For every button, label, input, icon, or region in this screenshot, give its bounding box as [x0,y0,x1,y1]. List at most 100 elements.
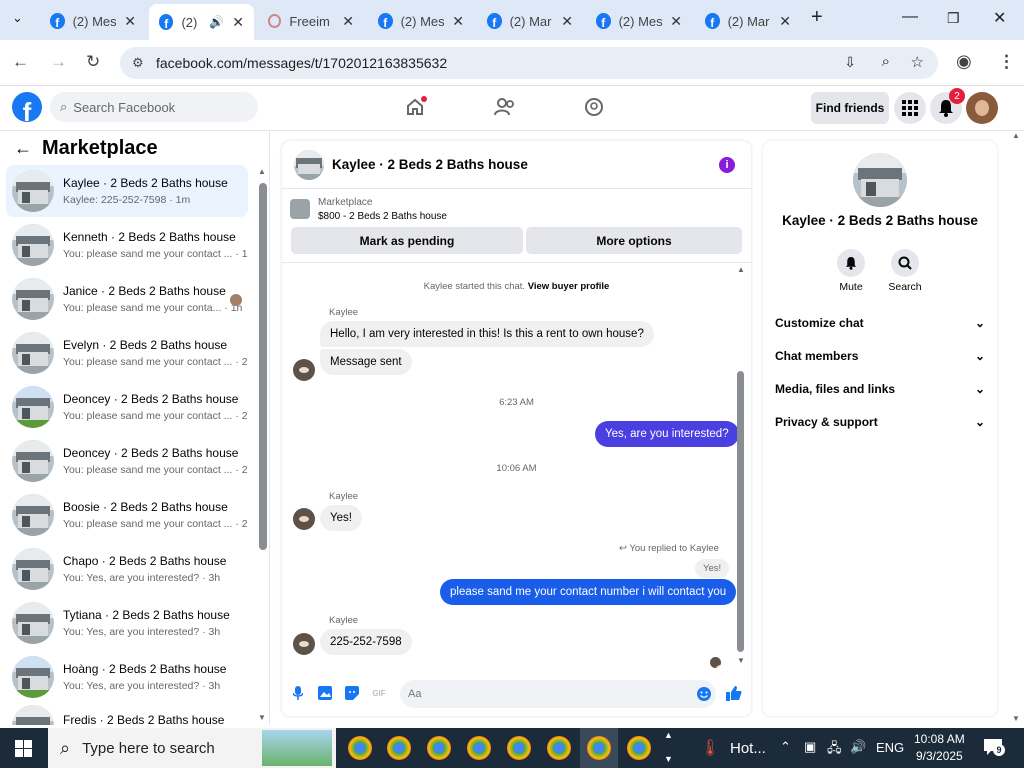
profile-icon[interactable]: ◉ [956,51,972,72]
notification-center-icon[interactable]: 9 [983,738,1005,758]
outgoing-message[interactable]: Yes, are you interested? [595,421,739,447]
customize-chat-section[interactable]: Customize chat ⌄ [775,316,985,330]
chrome-app-icon[interactable] [427,736,451,760]
restore-icon[interactable]: ❐ [947,10,960,27]
find-friends-button[interactable]: Find friends [811,92,889,124]
chrome-app-icon[interactable] [507,736,531,760]
reload-icon[interactable]: ↻ [86,52,100,72]
chrome-app-icon[interactable] [387,736,411,760]
close-icon[interactable]: ✕ [342,13,354,30]
site-info-icon[interactable]: ⚙ [132,55,144,71]
chat-title[interactable]: Kaylee · 2 Beds 2 Baths house [332,157,528,172]
notifications-bell-icon[interactable]: 2 [930,88,965,124]
browser-tab[interactable]: f (2) Mar ✕ [477,6,583,36]
media-files-links-section[interactable]: Media, files and links ⌄ [775,382,985,396]
thermometer-icon[interactable]: 🌡 [700,738,720,758]
close-icon[interactable]: ✕ [779,13,791,30]
bookmark-star-icon[interactable]: ☆ [911,53,924,71]
taskbar-search-box[interactable]: ⌕ Type here to search [48,728,336,768]
scroll-down-arrow-icon[interactable]: ▼ [737,656,745,665]
zoom-icon[interactable]: ⌕ [882,53,890,70]
incoming-message[interactable]: Yes! [320,505,362,531]
new-tab-plus-icon[interactable]: + [811,6,823,29]
windows-start-icon[interactable] [15,740,32,757]
groups-icon[interactable] [582,95,606,119]
conversation-item[interactable]: Kaylee · 2 Beds 2 Baths house Kaylee: 225… [6,165,248,217]
browser-tab[interactable]: f (2) Mes ✕ [368,6,474,36]
incoming-message[interactable]: Message sent [320,349,412,375]
facebook-logo[interactable]: f [12,92,42,122]
weather-text[interactable]: Hot... [730,740,766,757]
home-icon[interactable] [403,95,427,119]
scroll-up-arrow-icon[interactable]: ▲ [737,265,745,274]
conversation-item[interactable]: Hoàng · 2 Beds 2 Baths house You: Yes, ar… [6,651,248,703]
chat-scrollbar[interactable] [737,371,744,652]
microphone-icon[interactable] [290,685,306,701]
tray-chevron-up-icon[interactable]: ⌃ [780,739,791,755]
speaker-icon[interactable]: 🔊 [209,15,224,29]
conversation-item[interactable]: Chapo · 2 Beds 2 Baths house You: Yes, ar… [6,543,248,595]
conversation-item[interactable]: Evelyn · 2 Beds 2 Baths house You: please… [6,327,248,379]
photo-icon[interactable] [317,685,333,701]
close-icon[interactable]: ✕ [452,13,464,30]
page-scroll-down-icon[interactable]: ▼ [1012,714,1020,723]
conversation-item[interactable]: Boosie · 2 Beds 2 Baths house You: please… [6,489,248,541]
mute-button[interactable]: Mute [831,249,871,293]
account-avatar[interactable] [966,92,998,124]
friends-icon[interactable] [493,95,517,119]
language-indicator[interactable]: ENG [876,740,904,755]
back-arrow-icon[interactable]: ← [12,52,29,72]
chrome-app-icon[interactable] [467,736,491,760]
address-bar[interactable]: ⚙ facebook.com/messages/t/17020121638356… [120,47,938,79]
outgoing-message[interactable]: please sand me your contact number i wil… [440,579,737,605]
taskbar-scroll-down-icon[interactable]: ▼ [664,754,673,764]
scroll-up-arrow-icon[interactable]: ▲ [258,167,266,176]
page-scroll-up-icon[interactable]: ▲ [1012,131,1020,140]
thumbs-up-icon[interactable] [726,685,742,701]
tab-search-chevron-icon[interactable]: ⌄ [12,10,23,26]
conversation-item[interactable]: Fredis · 2 Beds 2 Baths house [6,705,248,725]
window-close-icon[interactable]: ✕ [993,8,1006,28]
privacy-support-section[interactable]: Privacy & support ⌄ [775,415,985,429]
menu-dots-icon[interactable]: ⋮ [998,52,1015,72]
clock-time[interactable]: 10:08 AM [914,732,965,746]
taskbar-scroll-up-icon[interactable]: ▲ [664,730,673,740]
message-input[interactable] [400,680,716,708]
gif-icon[interactable]: GIF [371,685,387,701]
incoming-message[interactable]: Hello, I am very interested in this! Is … [320,321,654,347]
mark-as-pending-button[interactable]: Mark as pending [291,227,523,254]
profile-avatar[interactable] [853,153,907,207]
view-buyer-profile-link[interactable]: View buyer profile [528,281,610,292]
close-icon[interactable]: ✕ [124,13,136,30]
back-arrow-icon[interactable]: ← [14,138,32,159]
browser-tab[interactable]: f (2) Mar ✕ [695,6,801,36]
clock-date[interactable]: 9/3/2025 [916,749,963,763]
meet-now-icon[interactable]: ▣ [804,739,816,755]
browser-tab[interactable]: Freeim ✕ [258,6,364,36]
chrome-app-icon[interactable] [348,736,372,760]
browser-tab-active[interactable]: f (2) I 🔊 ✕ [149,4,254,40]
browser-tab[interactable]: f (2) Mes ✕ [586,6,692,36]
conversation-item[interactable]: Deoncey · 2 Beds 2 Baths house You: pleas… [6,381,248,433]
search-conversation-button[interactable]: Search [885,249,925,293]
conversation-list-scrollbar[interactable] [259,183,267,550]
minimize-icon[interactable]: — [902,8,918,26]
volume-icon[interactable]: 🔊 [850,739,866,755]
chrome-app-icon[interactable] [587,736,611,760]
info-icon[interactable]: i [719,157,735,173]
more-options-button[interactable]: More options [526,227,742,254]
chat-avatar[interactable] [294,149,324,180]
close-icon[interactable]: ✕ [670,13,682,30]
conversation-item[interactable]: Deoncey · 2 Beds 2 Baths house You: pleas… [6,435,248,487]
chrome-app-icon[interactable] [547,736,571,760]
facebook-search-box[interactable]: ⌕ Search Facebook [50,92,258,122]
close-icon[interactable]: ✕ [561,13,573,30]
conversation-item[interactable]: Kenneth · 2 Beds 2 Baths house You: pleas… [6,219,248,271]
forward-arrow-icon[interactable]: → [50,52,67,72]
conversation-item[interactable]: Tytiana · 2 Beds 2 Baths house You: Yes, … [6,597,248,649]
chrome-app-icon[interactable] [627,736,651,760]
sticker-icon[interactable] [344,685,360,701]
chat-members-section[interactable]: Chat members ⌄ [775,349,985,363]
network-icon[interactable]: 🖧 [827,739,842,761]
emoji-icon[interactable] [696,686,712,702]
